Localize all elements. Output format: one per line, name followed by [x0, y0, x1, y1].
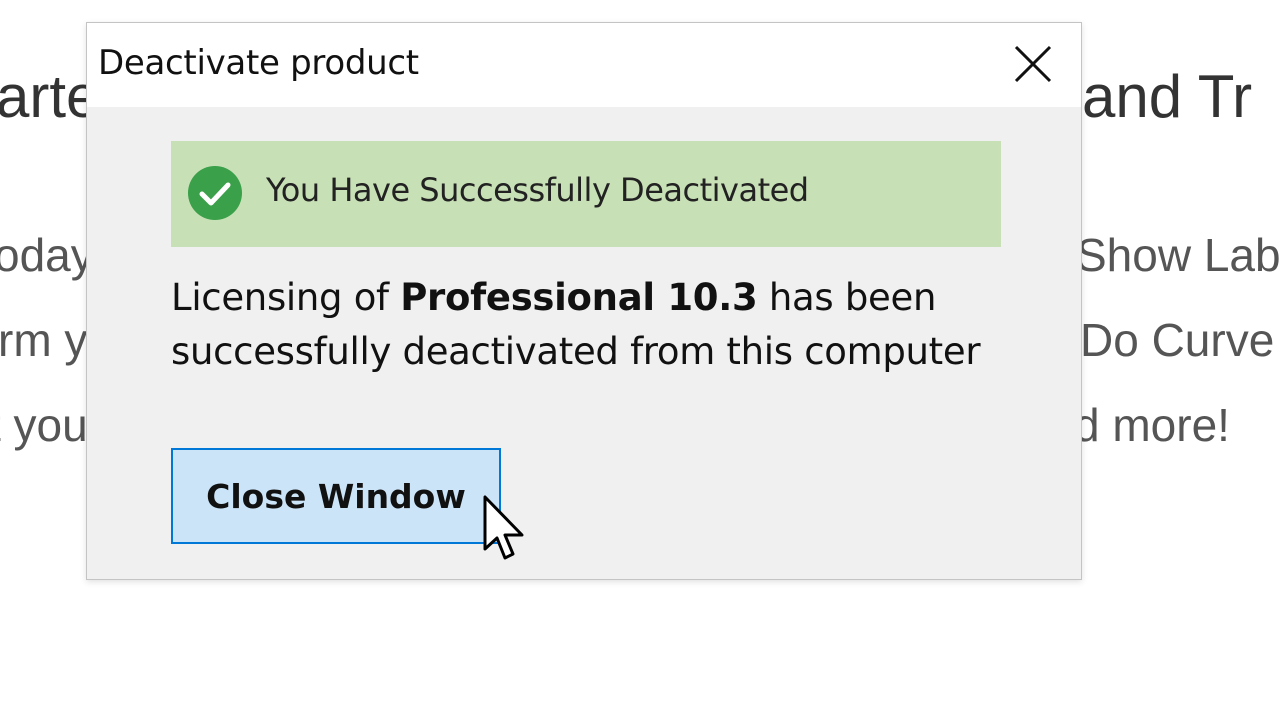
product-name: Professional 10.3	[400, 276, 758, 319]
background-text-line1-right: Show Lab	[1076, 229, 1280, 281]
close-window-button[interactable]: Close Window	[171, 448, 501, 544]
background-text-line3-right: d more!	[1074, 399, 1230, 451]
dialog-titlebar: Deactivate product	[87, 23, 1081, 107]
success-banner-text: You Have Successfully Deactivated	[266, 171, 809, 209]
success-banner: You Have Successfully Deactivated	[171, 141, 1001, 247]
check-circle-icon	[187, 165, 243, 221]
background-text-line3-left: t you	[0, 399, 88, 451]
background-text-line2-left: rm y	[0, 314, 88, 366]
deactivate-dialog: Deactivate product You Have Successfully…	[86, 22, 1082, 580]
dialog-title: Deactivate product	[98, 43, 419, 83]
close-icon[interactable]	[1004, 39, 1062, 91]
message-prefix: Licensing of	[171, 276, 401, 319]
background-text-line1-left: oday	[0, 229, 94, 281]
page: arte and Tr oday Show Lab rm y Do Curve …	[0, 0, 1280, 720]
background-heading-left: arte	[0, 63, 100, 130]
deactivation-message: Licensing of Professional 10.3 has been …	[171, 271, 1051, 379]
background-heading-right: and Tr	[1082, 63, 1253, 130]
background-text-line2-right: Do Curve	[1080, 314, 1275, 366]
